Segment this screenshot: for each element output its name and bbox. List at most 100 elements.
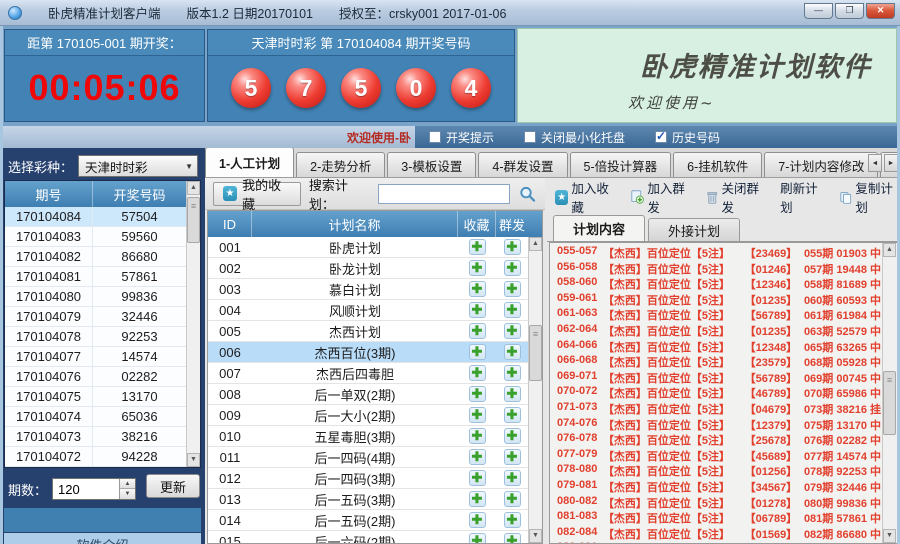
detail-tab[interactable]: 外接计划 — [648, 218, 740, 241]
refresh-plan-button[interactable]: 刷新计划 — [780, 178, 825, 216]
add-favorite-button[interactable]: ★ 加入收藏 — [555, 178, 616, 216]
main-tab[interactable]: 5-倍投计算器 — [569, 152, 672, 177]
group-add-button[interactable]: ✚ — [503, 281, 521, 297]
favorite-add-button[interactable]: ✚ — [468, 239, 486, 255]
table-row[interactable]: 004 风顺计划 ✚ ✚ — [208, 300, 528, 321]
favorite-add-button[interactable]: ✚ — [468, 365, 486, 381]
history-row[interactable]: 170104083 59560 — [5, 227, 186, 247]
favorite-add-button[interactable]: ✚ — [468, 407, 486, 423]
main-tab[interactable]: 6-挂机软件 — [673, 152, 763, 177]
title-bar[interactable]: 卧虎精准计划客户端 版本1.2 日期20170101 授权至：crsky001 … — [0, 0, 900, 26]
history-row[interactable]: 170104072 94228 — [5, 447, 186, 467]
close-group-button[interactable]: 关闭群发 — [706, 178, 766, 216]
favorite-add-button[interactable]: ✚ — [468, 281, 486, 297]
table-row[interactable]: 010 五星毒胆(3期) ✚ ✚ — [208, 426, 528, 447]
group-add-button[interactable]: ✚ — [503, 449, 521, 465]
table-row[interactable]: 013 后一五码(3期) ✚ ✚ — [208, 489, 528, 510]
scroll-up-icon[interactable]: ▲ — [883, 243, 896, 257]
plan-scrollbar[interactable]: ▲ ▼ — [528, 237, 542, 543]
group-add-button[interactable]: ✚ — [503, 344, 521, 360]
maximize-button[interactable]: ❐ — [835, 3, 864, 19]
group-add-button[interactable]: ✚ — [503, 491, 521, 507]
history-row[interactable]: 170104077 14574 — [5, 347, 186, 367]
table-row[interactable]: 003 慕白计划 ✚ ✚ — [208, 279, 528, 300]
scroll-down-icon[interactable]: ▼ — [187, 453, 200, 467]
scrollbar-thumb[interactable] — [529, 325, 542, 381]
history-row[interactable]: 170104082 86680 — [5, 247, 186, 267]
lottery-select[interactable]: 天津时时彩 ▼ — [78, 155, 198, 177]
table-row[interactable]: 014 后一五码(2期) ✚ ✚ — [208, 510, 528, 531]
search-input[interactable] — [378, 183, 511, 204]
history-row[interactable]: 170104078 92253 — [5, 327, 186, 347]
tab-scroll-left-icon[interactable]: ◄ — [868, 154, 882, 172]
history-row[interactable]: 170104081 57861 — [5, 267, 186, 287]
checkbox-option[interactable]: 关闭最小化托盘 — [524, 129, 625, 146]
content-scrollbar[interactable]: ▲ ▼ — [882, 243, 897, 543]
main-tab[interactable]: 2-走势分析 — [296, 152, 386, 177]
tab-scroll-right-icon[interactable]: ► — [884, 154, 898, 172]
group-add-button[interactable]: ✚ — [503, 512, 521, 528]
spinner-down-icon[interactable]: ▼ — [120, 489, 135, 499]
favorite-add-button[interactable]: ✚ — [468, 302, 486, 318]
group-add-button[interactable]: ✚ — [503, 239, 521, 255]
table-row[interactable]: 011 后一四码(4期) ✚ ✚ — [208, 447, 528, 468]
group-add-button[interactable]: ✚ — [503, 407, 521, 423]
periods-input[interactable]: 120 ▲ ▼ — [52, 478, 136, 500]
history-row[interactable]: 170104073 38216 — [5, 427, 186, 447]
favorite-add-button[interactable]: ✚ — [468, 344, 486, 360]
checkbox-icon[interactable] — [429, 131, 441, 143]
history-row[interactable]: 170104084 57504 — [5, 207, 186, 227]
update-button[interactable]: 更新 — [146, 474, 200, 498]
favorite-add-button[interactable]: ✚ — [468, 449, 486, 465]
checkbox-option[interactable]: 开奖提示 — [429, 129, 494, 146]
table-row[interactable]: 009 后一大小(2期) ✚ ✚ — [208, 405, 528, 426]
table-row[interactable]: 006 杰西百位(3期) ✚ ✚ — [208, 342, 528, 363]
favorite-add-button[interactable]: ✚ — [468, 260, 486, 276]
favorite-add-button[interactable]: ✚ — [468, 533, 486, 543]
checkbox-icon[interactable] — [655, 129, 668, 143]
favorite-add-button[interactable]: ✚ — [468, 428, 486, 444]
search-icon[interactable] — [518, 184, 537, 204]
minimize-button[interactable]: — — [804, 3, 833, 19]
scroll-down-icon[interactable]: ▼ — [883, 529, 896, 543]
scrollbar-thumb[interactable] — [883, 371, 896, 435]
table-row[interactable]: 008 后一单双(2期) ✚ ✚ — [208, 384, 528, 405]
history-row[interactable]: 170104075 13170 — [5, 387, 186, 407]
spinner-up-icon[interactable]: ▲ — [120, 479, 135, 489]
table-row[interactable]: 015 后一六码(2期) ✚ ✚ — [208, 531, 528, 543]
table-row[interactable]: 007 杰西后四毒胆 ✚ ✚ — [208, 363, 528, 384]
favorite-add-button[interactable]: ✚ — [468, 491, 486, 507]
copy-plan-button[interactable]: 复制计划 — [839, 178, 900, 216]
group-add-button[interactable]: ✚ — [503, 365, 521, 381]
main-tab[interactable]: 1-人工计划 — [205, 148, 295, 177]
table-row[interactable]: 012 后一四码(3期) ✚ ✚ — [208, 468, 528, 489]
checkbox-icon[interactable] — [524, 131, 537, 143]
close-button[interactable]: ✕ — [866, 3, 895, 19]
group-add-button[interactable]: ✚ — [503, 470, 521, 486]
sidebar-footer-panel[interactable]: 软件介绍 — [4, 533, 201, 544]
favorite-add-button[interactable]: ✚ — [468, 470, 486, 486]
history-row[interactable]: 170104076 02282 — [5, 367, 186, 387]
scroll-up-icon[interactable]: ▲ — [187, 181, 200, 195]
detail-tab[interactable]: 计划内容 — [553, 215, 645, 241]
add-group-button[interactable]: 加入群发 — [630, 178, 692, 216]
favorite-add-button[interactable]: ✚ — [468, 512, 486, 528]
main-tab[interactable]: 3-模板设置 — [387, 152, 477, 177]
scroll-down-icon[interactable]: ▼ — [529, 529, 542, 543]
table-row[interactable]: 001 卧虎计划 ✚ ✚ — [208, 237, 528, 258]
group-add-button[interactable]: ✚ — [503, 323, 521, 339]
history-scrollbar[interactable]: ▲ ▼ — [186, 181, 200, 467]
group-add-button[interactable]: ✚ — [503, 428, 521, 444]
checkbox-option[interactable]: 历史号码 — [655, 129, 720, 146]
group-add-button[interactable]: ✚ — [503, 533, 521, 543]
table-row[interactable]: 002 卧龙计划 ✚ ✚ — [208, 258, 528, 279]
table-row[interactable]: 005 杰西计划 ✚ ✚ — [208, 321, 528, 342]
scroll-up-icon[interactable]: ▲ — [529, 237, 542, 251]
favorite-add-button[interactable]: ✚ — [468, 323, 486, 339]
main-tab[interactable]: 4-群发设置 — [478, 152, 568, 177]
favorite-add-button[interactable]: ✚ — [468, 386, 486, 402]
history-row[interactable]: 170104074 65036 — [5, 407, 186, 427]
main-tab[interactable]: 7-计划内容修改 — [764, 152, 879, 177]
group-add-button[interactable]: ✚ — [503, 260, 521, 276]
history-row[interactable]: 170104079 32446 — [5, 307, 186, 327]
